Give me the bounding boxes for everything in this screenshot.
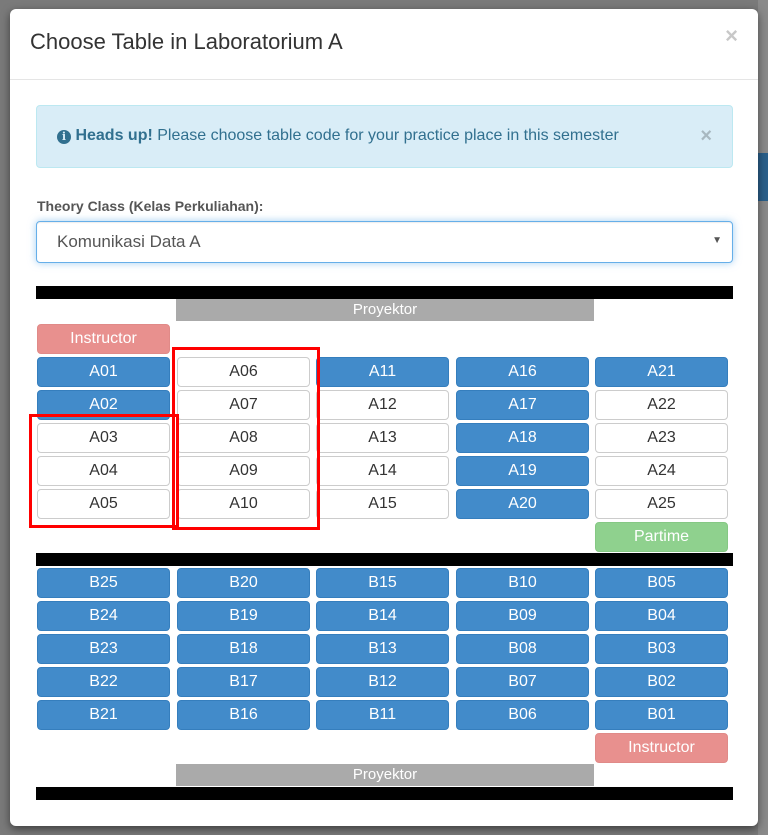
- seat-a10[interactable]: A10: [177, 489, 310, 519]
- instructor-desk-bottom: Instructor: [595, 733, 728, 763]
- seat-a25[interactable]: A25: [595, 489, 728, 519]
- partime-desk: Partime: [595, 522, 728, 552]
- seat-a07[interactable]: A07: [177, 390, 310, 420]
- background-button: [758, 153, 768, 201]
- modal-title: Choose Table in Laboratorium A: [30, 29, 343, 54]
- seat-b01[interactable]: B01: [595, 700, 728, 730]
- caret-down-icon: ▼: [712, 235, 722, 246]
- selected-class-value: Komunikasi Data A: [57, 232, 201, 251]
- background-strip: [758, 0, 768, 835]
- seat-b09[interactable]: B09: [456, 601, 589, 631]
- seat-a01[interactable]: A01: [37, 357, 170, 387]
- projector-label-top: Proyektor: [176, 299, 594, 321]
- seat-b19[interactable]: B19: [177, 601, 310, 631]
- projector-label-bottom: Proyektor: [176, 764, 594, 786]
- wall-top: [36, 286, 733, 299]
- seat-b03[interactable]: B03: [595, 634, 728, 664]
- wall-middle: [36, 553, 733, 566]
- seat-b08[interactable]: B08: [456, 634, 589, 664]
- seat-a14[interactable]: A14: [316, 456, 449, 486]
- seat-b13[interactable]: B13: [316, 634, 449, 664]
- instructor-desk-top: Instructor: [37, 324, 170, 354]
- seat-a13[interactable]: A13: [316, 423, 449, 453]
- seat-b10[interactable]: B10: [456, 568, 589, 598]
- seat-a03[interactable]: A03: [37, 423, 170, 453]
- seat-a17[interactable]: A17: [456, 390, 589, 420]
- seat-a12[interactable]: A12: [316, 390, 449, 420]
- modal-header: Choose Table in Laboratorium A ×: [10, 9, 758, 80]
- info-circle-icon: i: [57, 130, 71, 144]
- seat-b12[interactable]: B12: [316, 667, 449, 697]
- seat-a18[interactable]: A18: [456, 423, 589, 453]
- seat-b25[interactable]: B25: [37, 568, 170, 598]
- seat-b23[interactable]: B23: [37, 634, 170, 664]
- seat-a16[interactable]: A16: [456, 357, 589, 387]
- seat-b20[interactable]: B20: [177, 568, 310, 598]
- wall-bottom: [36, 787, 733, 800]
- seat-b07[interactable]: B07: [456, 667, 589, 697]
- choose-table-modal: Choose Table in Laboratorium A × i Heads…: [10, 9, 758, 826]
- seat-a20[interactable]: A20: [456, 489, 589, 519]
- seat-b14[interactable]: B14: [316, 601, 449, 631]
- seat-a09[interactable]: A09: [177, 456, 310, 486]
- seat-a23[interactable]: A23: [595, 423, 728, 453]
- theory-class-label: Theory Class (Kelas Perkuliahan):: [37, 198, 264, 214]
- seat-b02[interactable]: B02: [595, 667, 728, 697]
- seat-b05[interactable]: B05: [595, 568, 728, 598]
- seat-a19[interactable]: A19: [456, 456, 589, 486]
- seat-a02[interactable]: A02: [37, 390, 170, 420]
- modal-close-icon[interactable]: ×: [725, 25, 738, 47]
- seat-b24[interactable]: B24: [37, 601, 170, 631]
- seat-b06[interactable]: B06: [456, 700, 589, 730]
- seat-b15[interactable]: B15: [316, 568, 449, 598]
- seat-a21[interactable]: A21: [595, 357, 728, 387]
- theory-class-select[interactable]: Komunikasi Data A ▼: [36, 221, 733, 263]
- seat-a24[interactable]: A24: [595, 456, 728, 486]
- seat-a06[interactable]: A06: [177, 357, 310, 387]
- seat-b04[interactable]: B04: [595, 601, 728, 631]
- seat-a11[interactable]: A11: [316, 357, 449, 387]
- seat-b16[interactable]: B16: [177, 700, 310, 730]
- alert-heading: Heads up!: [75, 127, 153, 144]
- seat-b21[interactable]: B21: [37, 700, 170, 730]
- seat-b17[interactable]: B17: [177, 667, 310, 697]
- seat-a15[interactable]: A15: [316, 489, 449, 519]
- alert-close-icon[interactable]: ×: [700, 126, 712, 146]
- heads-up-alert: i Heads up! Please choose table code for…: [36, 105, 733, 168]
- seat-b11[interactable]: B11: [316, 700, 449, 730]
- seat-b22[interactable]: B22: [37, 667, 170, 697]
- seat-a22[interactable]: A22: [595, 390, 728, 420]
- seat-b18[interactable]: B18: [177, 634, 310, 664]
- alert-message: Please choose table code for your practi…: [152, 127, 619, 144]
- seat-a04[interactable]: A04: [37, 456, 170, 486]
- seat-a08[interactable]: A08: [177, 423, 310, 453]
- seat-a05[interactable]: A05: [37, 489, 170, 519]
